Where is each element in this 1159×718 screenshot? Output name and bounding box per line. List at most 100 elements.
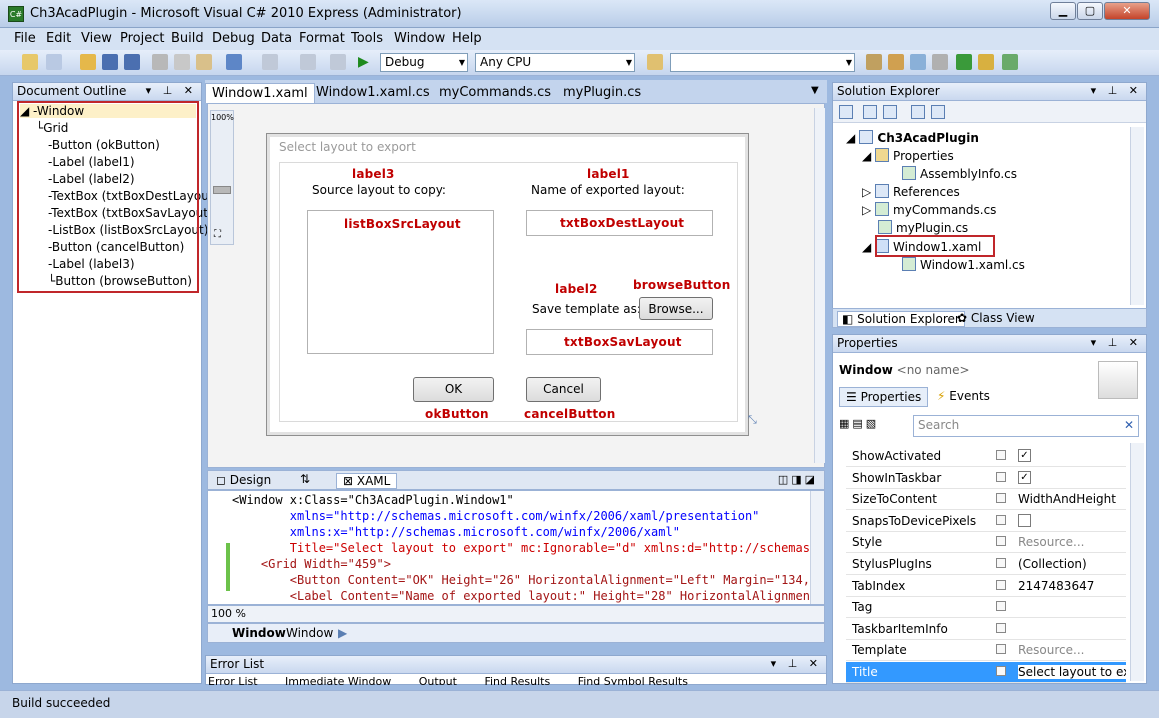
designer-vscrollbar[interactable] <box>814 108 825 463</box>
property-marker-icon[interactable] <box>996 601 1006 612</box>
property-row[interactable]: TabIndex 2147483647 <box>846 576 1126 597</box>
panel-pin-icon[interactable]: ▾ ⊥ ✕ <box>771 657 822 670</box>
zoom-slider[interactable]: 100% ⛶ <box>210 110 234 245</box>
property-marker-icon[interactable] <box>996 514 1006 525</box>
solution-item-assemblyinfo[interactable]: AssemblyInfo.cs <box>902 166 1017 181</box>
tab-window1-xaml[interactable]: Window1.xaml <box>205 83 315 103</box>
properties-vscrollbar[interactable] <box>1130 443 1144 681</box>
find-in-files-icon[interactable] <box>647 54 663 70</box>
fit-to-window-icon[interactable]: ⛶ <box>214 229 221 240</box>
minimize-button[interactable]: ▁ <box>1050 2 1076 20</box>
navigate-forward-icon[interactable] <box>330 54 346 70</box>
tab-dropdown-icon[interactable]: ▼ <box>805 83 825 103</box>
menu-window[interactable]: Window <box>394 31 445 46</box>
save-layout-textbox[interactable]: txtBoxSavLayout <box>526 329 713 355</box>
solution-explorer-icon[interactable] <box>866 54 882 70</box>
property-value[interactable]: (Collection) <box>1018 557 1126 571</box>
view-code-icon[interactable] <box>911 105 925 119</box>
property-row[interactable]: Title Select layout to expo <box>846 662 1126 683</box>
save-icon[interactable] <box>102 54 118 70</box>
save-all-icon[interactable] <box>124 54 140 70</box>
copy-icon[interactable] <box>174 54 190 70</box>
resize-grip-icon[interactable]: ⤡ <box>748 413 757 427</box>
menu-edit[interactable]: Edit <box>46 31 71 46</box>
property-row[interactable]: SizeToContent WidthAndHeight <box>846 489 1126 511</box>
xaml-editor[interactable]: <Window x:Class="Ch3AcadPlugin.Window1" … <box>207 490 825 605</box>
add-item-icon[interactable] <box>46 54 62 70</box>
breadcrumb-arrow-icon[interactable]: ▶ <box>338 626 347 640</box>
property-value[interactable]: Resource... <box>1018 535 1126 549</box>
property-checkbox[interactable]: ✓ <box>1018 449 1031 462</box>
menu-debug[interactable]: Debug <box>212 31 255 46</box>
view-designer-icon[interactable] <box>931 105 945 119</box>
navigate-back-icon[interactable] <box>300 54 316 70</box>
cut-icon[interactable] <box>152 54 168 70</box>
tab-find-results[interactable]: Find Results <box>484 675 550 685</box>
solution-vscrollbar[interactable] <box>1130 127 1144 305</box>
solution-item-project[interactable]: ◢ Ch3AcadPlugin <box>846 130 979 145</box>
source-layout-listbox[interactable]: listBoxSrcLayout <box>307 210 494 354</box>
menu-help[interactable]: Help <box>452 31 482 46</box>
tab-window1-xaml-cs[interactable]: Window1.xaml.cs <box>310 83 436 103</box>
property-marker-icon[interactable] <box>996 471 1006 482</box>
breadcrumb-item[interactable]: Window <box>232 626 286 640</box>
close-button[interactable]: ✕ <box>1104 2 1150 20</box>
config-combo[interactable]: Debug ▼ <box>380 53 468 72</box>
property-marker-icon[interactable] <box>996 622 1006 633</box>
solution-item-references[interactable]: ▷ References <box>862 184 960 199</box>
property-value[interactable]: WidthAndHeight <box>1018 492 1126 506</box>
xaml-zoom-combo[interactable]: 100 % <box>211 607 246 620</box>
property-marker-icon[interactable] <box>996 558 1006 568</box>
property-row[interactable]: TaskbarItemInfo <box>846 619 1126 640</box>
panel-pin-icon[interactable]: ▾ ⊥ ✕ <box>146 84 197 97</box>
dialog-window[interactable]: Select layout to export label3 Source la… <box>266 133 749 436</box>
xaml-pane-tab[interactable]: ⊠ XAML <box>336 473 398 489</box>
property-checkbox[interactable]: ✓ <box>1018 470 1031 484</box>
zoom-slider-thumb[interactable] <box>213 186 231 194</box>
property-marker-icon[interactable] <box>996 450 1006 460</box>
property-row[interactable]: Style Resource... <box>846 532 1126 554</box>
tab-output[interactable]: Output <box>419 675 457 685</box>
ok-button[interactable]: OK <box>413 377 494 402</box>
property-value[interactable]: Select layout to expo <box>1018 665 1126 679</box>
tab-myplugin[interactable]: myPlugin.cs <box>557 83 647 103</box>
property-row[interactable]: ShowActivated ✓ <box>846 446 1126 467</box>
refresh-icon[interactable] <box>883 105 897 119</box>
menu-tools[interactable]: Tools <box>351 31 383 46</box>
start-debug-icon[interactable]: ▶ <box>358 54 374 70</box>
property-marker-icon[interactable] <box>996 579 1006 590</box>
tab-solution-explorer[interactable]: ◧ Solution Explorer <box>837 311 965 327</box>
sort-icons[interactable]: ▦▤▧ <box>839 417 879 430</box>
property-value[interactable]: 2147483647 <box>1018 579 1126 593</box>
redo-icon[interactable] <box>262 54 278 70</box>
property-row[interactable]: SnapsToDevicePixels <box>846 511 1126 532</box>
properties-icon[interactable] <box>839 105 853 119</box>
property-row[interactable]: ShowInTaskbar ✓ <box>846 468 1126 489</box>
swap-panes-icon[interactable]: ⇅ <box>300 472 310 486</box>
properties-tab[interactable]: ☰ Properties <box>839 387 929 407</box>
property-row[interactable]: Tag <box>846 597 1126 619</box>
maximize-button[interactable]: ▢ <box>1077 2 1103 20</box>
platform-combo[interactable]: Any CPU ▼ <box>475 53 635 72</box>
paste-icon[interactable] <box>196 54 212 70</box>
object-browser-icon[interactable] <box>910 54 926 70</box>
find-combo[interactable]: ▼ <box>670 53 855 72</box>
property-value[interactable]: Resource... <box>1018 643 1126 657</box>
solution-item-myplugin[interactable]: myPlugin.cs <box>878 220 968 235</box>
menu-view[interactable]: View <box>81 31 112 46</box>
events-tab[interactable]: ⚡ Events <box>937 389 990 403</box>
toolbox-icon[interactable] <box>932 54 948 70</box>
show-all-files-icon[interactable] <box>863 105 877 119</box>
property-row[interactable]: StylusPlugIns (Collection) <box>846 554 1126 575</box>
extension-manager-icon[interactable] <box>978 54 994 70</box>
solution-item-window1-xaml-cs[interactable]: Window1.xaml.cs <box>902 257 1025 272</box>
properties-search-input[interactable]: Search ✕ <box>913 415 1139 437</box>
tab-class-view[interactable]: ✿ Class View <box>957 311 1035 325</box>
menu-build[interactable]: Build <box>171 31 204 46</box>
panel-pin-icon[interactable]: ▾ ⊥ ✕ <box>1091 84 1142 97</box>
tab-error-list[interactable]: Error List <box>208 675 258 685</box>
dest-layout-textbox[interactable]: txtBoxDestLayout <box>526 210 713 236</box>
solution-item-mycommands[interactable]: ▷ myCommands.cs <box>862 202 996 217</box>
property-row[interactable]: Template Resource... <box>846 640 1126 662</box>
cancel-button[interactable]: Cancel <box>526 377 601 402</box>
